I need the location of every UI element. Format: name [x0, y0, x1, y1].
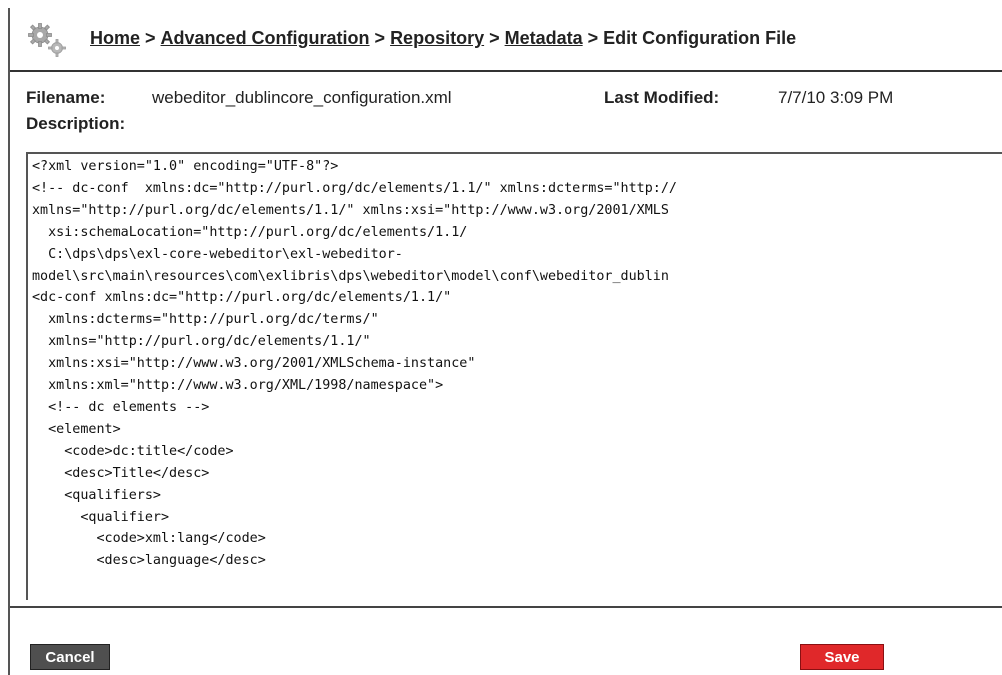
editor-frame: <?xml version="1.0" encoding="UTF-8"?> <…: [26, 152, 1002, 600]
gears-icon: [26, 22, 68, 58]
last-modified-label: Last Modified:: [604, 88, 720, 107]
divider: [10, 606, 1002, 608]
breadcrumb-repository[interactable]: Repository: [390, 28, 484, 48]
breadcrumb-separator: >: [587, 28, 599, 48]
breadcrumb-separator: >: [145, 28, 156, 48]
filename-label: Filename:: [26, 88, 106, 107]
file-info-row: Filename: webeditor_dublincore_configura…: [26, 88, 986, 112]
edit-configuration-panel: Home > Advanced Configuration > Repository > M…: [0, 0, 1002, 675]
breadcrumb-home[interactable]: Home: [90, 28, 140, 48]
breadcrumb: Home > Advanced Configuration > Repository > M…: [90, 28, 796, 49]
configuration-editor[interactable]: <?xml version="1.0" encoding="UTF-8"?> <…: [28, 154, 1002, 600]
last-modified-value: 7/7/10 3:09 PM: [778, 88, 894, 107]
description-label: Description:: [26, 114, 126, 133]
breadcrumb-separator: >: [374, 28, 386, 48]
filename-value: webeditor_dublincore_configuration.xml: [152, 88, 452, 107]
left-border: [8, 8, 10, 675]
page-header: Home > Advanced Configuration > Repository > M…: [10, 8, 1002, 72]
breadcrumb-metadata[interactable]: Metadata: [505, 28, 583, 48]
cancel-button[interactable]: Cancel: [30, 644, 110, 670]
breadcrumb-current: Edit Configuration File: [603, 28, 797, 48]
breadcrumb-advanced-configuration[interactable]: Advanced Configuration: [161, 28, 370, 48]
save-button[interactable]: Save: [800, 644, 884, 670]
breadcrumb-separator: >: [489, 28, 500, 48]
